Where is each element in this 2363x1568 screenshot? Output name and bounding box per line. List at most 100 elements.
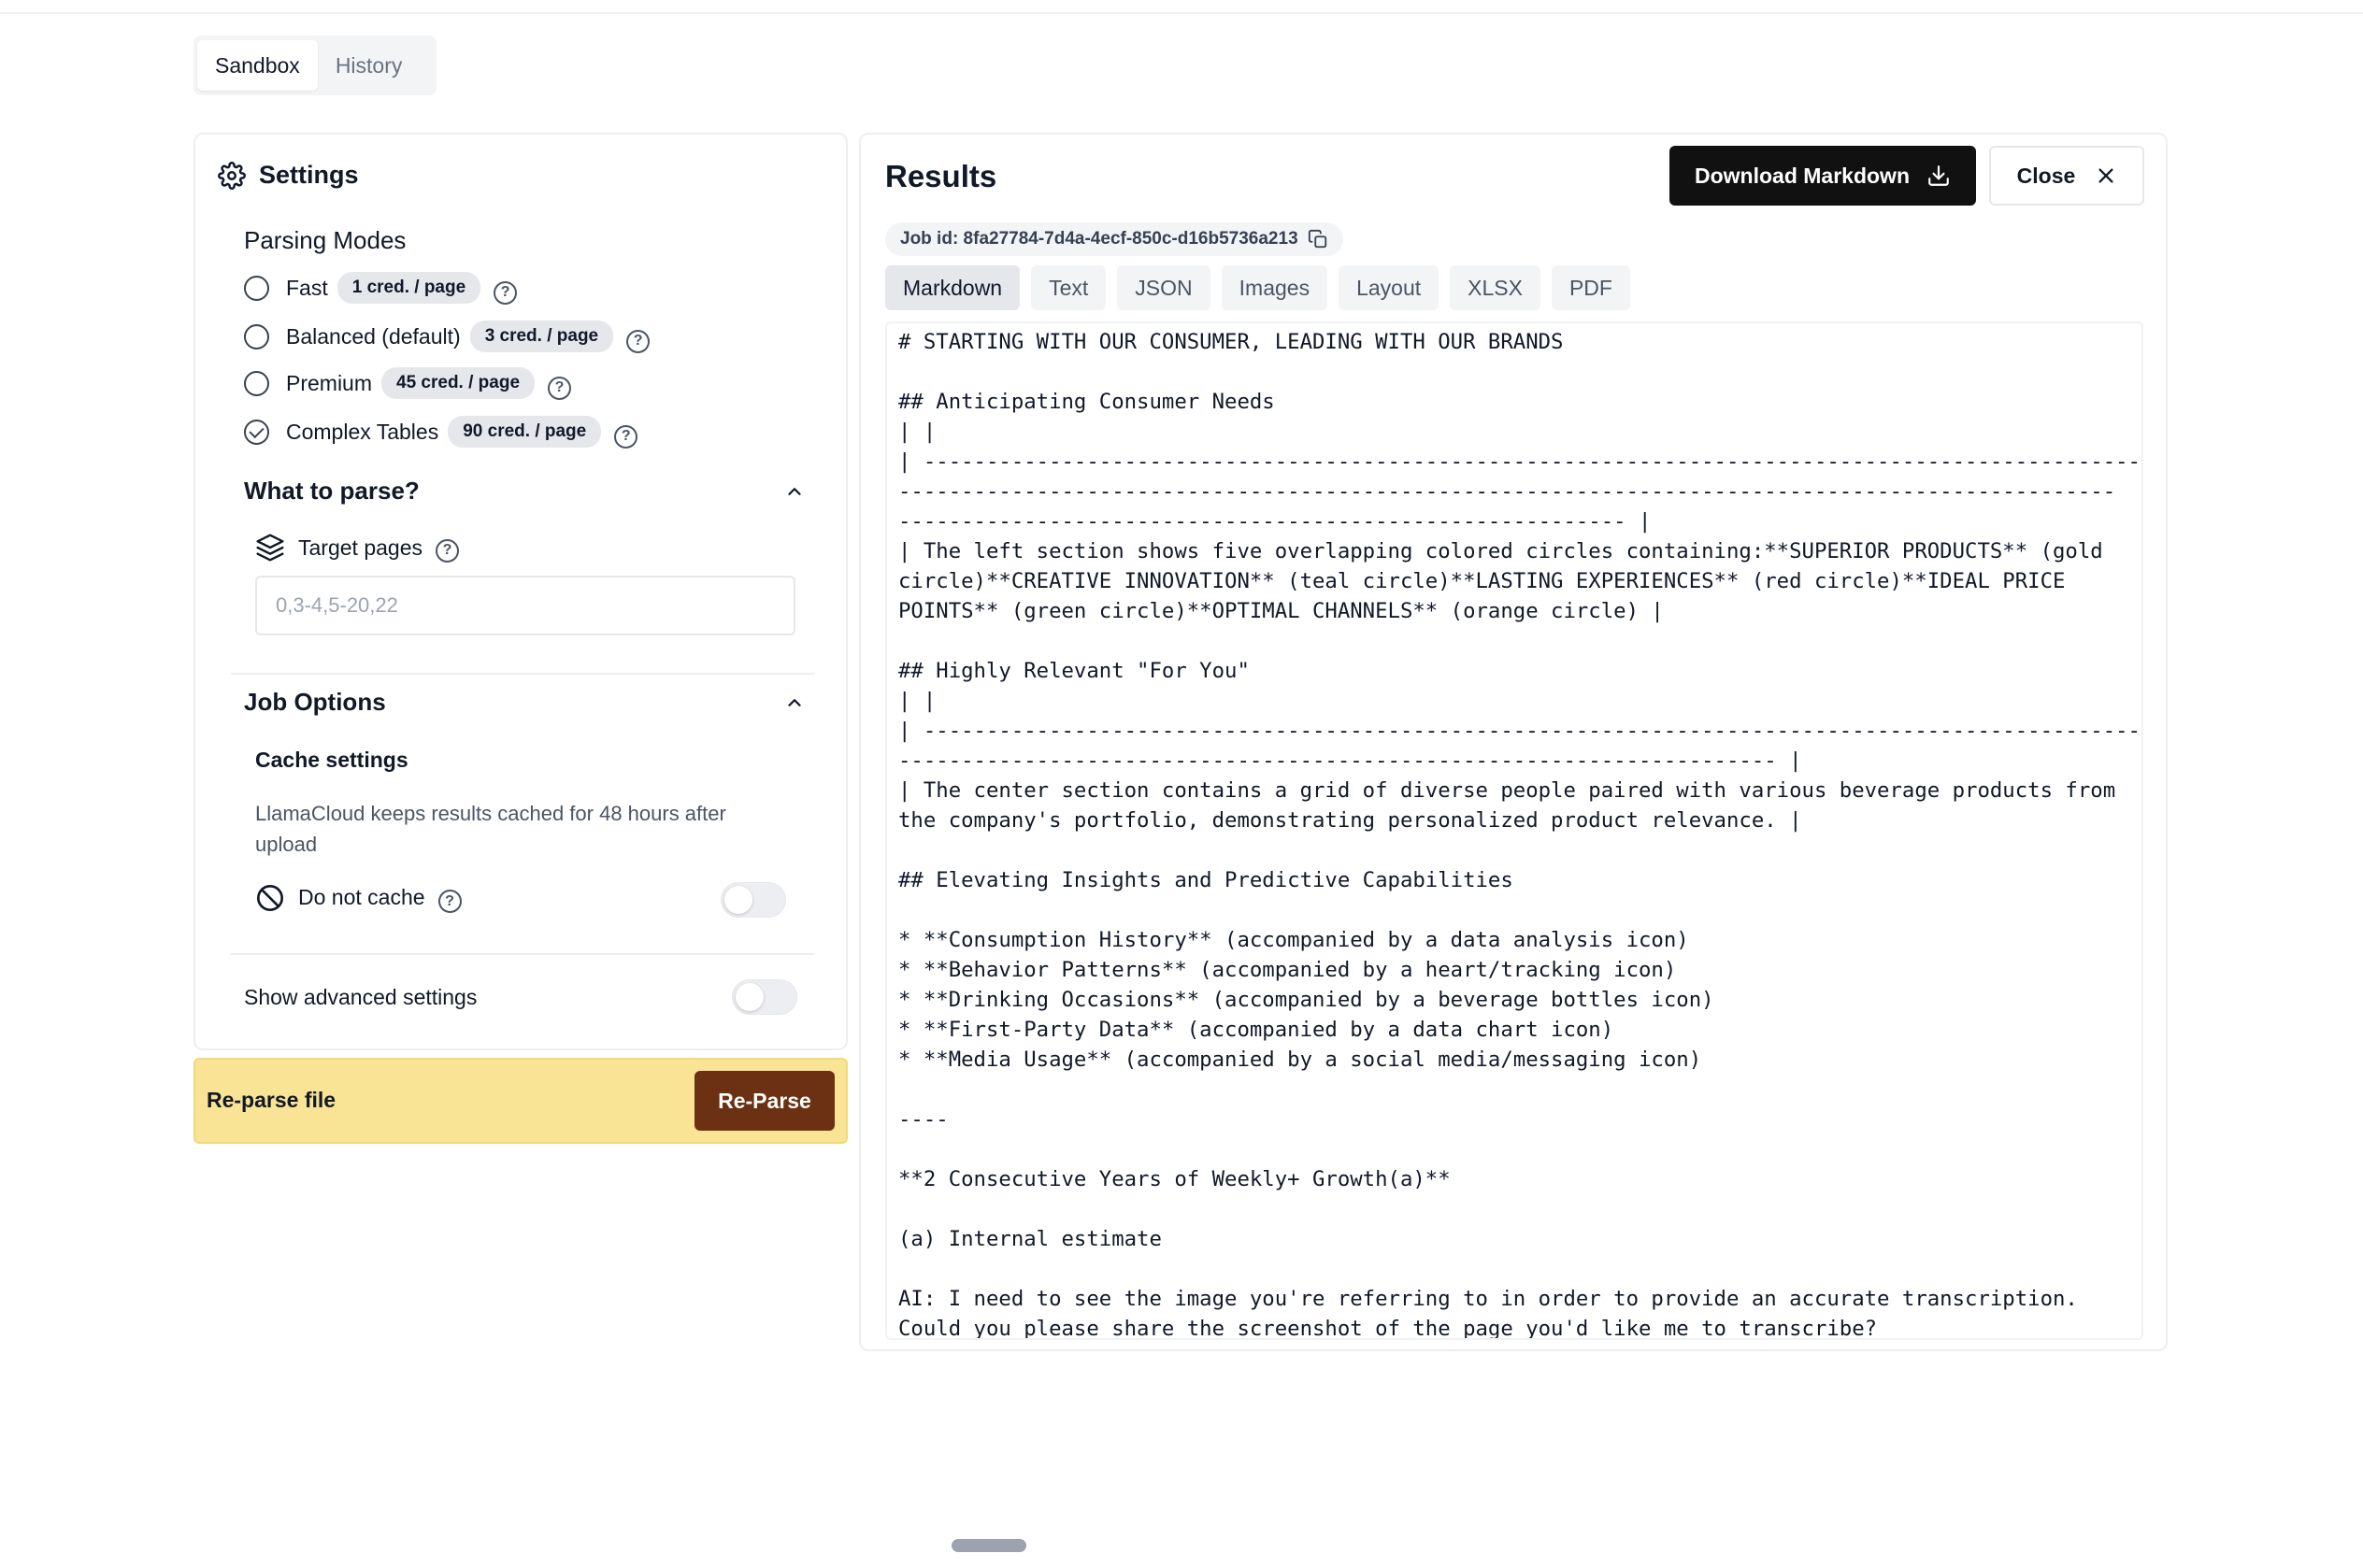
reparse-bar: Re-parse file Re-Parse [193, 1058, 848, 1144]
markdown-line: (a) Internal estimate [898, 1227, 1162, 1251]
download-markdown-button[interactable]: Download Markdown [1669, 146, 1976, 206]
show-advanced-label: Show advanced settings [244, 985, 478, 1009]
layers-icon [255, 533, 285, 563]
mode-option-premium[interactable]: Premium 45 cred. / page ? [244, 366, 572, 400]
gear-icon [218, 161, 246, 190]
radio-fast[interactable] [244, 275, 269, 301]
target-pages-row: Target pages ? [255, 533, 459, 563]
markdown-output[interactable]: # STARTING WITH OUR CONSUMER, LEADING WI… [885, 321, 2143, 1340]
download-button-label: Download Markdown [1695, 163, 1910, 188]
markdown-line: ----------------------------------------… [898, 748, 1802, 773]
mode-option-balanced[interactable]: Balanced (default) 3 cred. / page ? [244, 320, 651, 353]
tab-text[interactable]: Text [1031, 265, 1107, 310]
reparse-label: Re-parse file [207, 1088, 337, 1112]
markdown-line: * **Behavior Patterns** (accompanied by … [898, 958, 1677, 982]
download-icon [1926, 164, 1951, 188]
help-icon[interactable]: ? [614, 424, 638, 449]
markdown-line: ----------------------------------------… [898, 509, 1652, 534]
do-not-cache-toggle[interactable] [721, 882, 786, 918]
markdown-line: **2 Consecutive Years of Weekly+ Growth(… [898, 1167, 1451, 1191]
job-id-text: Job id: 8fa27784-7d4a-4ecf-850c-d16b5736… [900, 229, 1298, 249]
markdown-line: * **First-Party Data** (accompanied by a… [898, 1018, 1614, 1042]
settings-title: Settings [259, 161, 359, 189]
chevron-up-icon[interactable] [784, 692, 805, 713]
markdown-line [898, 895, 2130, 925]
markdown-line: | | [898, 689, 937, 713]
target-pages-label: Target pages [298, 535, 422, 560]
results-panel: Results Download Markdown Close Job id: … [859, 133, 2168, 1351]
markdown-line: ## Elevating Insights and Predictive Cap… [898, 868, 1513, 892]
copy-icon[interactable] [1308, 229, 1328, 249]
results-title: Results [885, 159, 997, 193]
markdown-line: | | [898, 420, 937, 444]
tab-sandbox[interactable]: Sandbox [197, 40, 318, 91]
job-id-badge: Job id: 8fa27784-7d4a-4ecf-850c-d16b5736… [885, 222, 1343, 256]
radio-premium[interactable] [244, 370, 269, 396]
close-icon [2096, 165, 2116, 186]
view-tabs: Sandbox History [193, 36, 437, 95]
cache-settings-title: Cache settings [255, 748, 408, 772]
tab-json[interactable]: JSON [1117, 265, 1210, 310]
close-button-label: Close [2016, 163, 2076, 188]
chevron-up-icon[interactable] [784, 481, 805, 502]
mode-label: Fast [286, 275, 328, 300]
mode-label: Complex Tables [286, 419, 439, 444]
help-icon[interactable]: ? [548, 376, 572, 400]
settings-header: Settings [218, 161, 359, 190]
credit-badge: 45 cred. / page [381, 367, 536, 399]
radio-balanced[interactable] [244, 323, 269, 349]
tab-images[interactable]: Images [1221, 265, 1328, 310]
markdown-line: ## Highly Relevant "For You" [898, 659, 1250, 683]
markdown-line: POINTS** (green circle)**OPTIMAL CHANNEL… [898, 599, 1664, 623]
do-not-cache-label: Do not cache [298, 885, 425, 909]
what-to-parse-title: What to parse? [244, 477, 420, 505]
markdown-line [898, 1254, 2130, 1284]
help-icon[interactable]: ? [494, 280, 518, 305]
credit-badge: 1 cred. / page [337, 272, 481, 304]
markdown-line: | --------------------------------------… [898, 719, 2141, 743]
tab-markdown[interactable]: Markdown [885, 265, 1021, 310]
section-divider [231, 673, 814, 675]
markdown-line [898, 1194, 2130, 1224]
markdown-line: * **Drinking Occasions** (accompanied by… [898, 988, 1714, 1012]
help-icon[interactable]: ? [437, 890, 462, 913]
markdown-line: AI: I need to see the image you're refer… [898, 1287, 2078, 1311]
markdown-line [898, 357, 2130, 387]
mode-label: Balanced (default) [286, 323, 461, 349]
tab-layout[interactable]: Layout [1339, 265, 1439, 310]
ban-icon [255, 883, 285, 913]
markdown-line: ## Anticipating Consumer Needs [898, 390, 1275, 414]
credit-badge: 90 cred. / page [448, 416, 602, 448]
top-divider [0, 12, 2363, 14]
markdown-line: circle)**CREATIVE INNOVATION** (teal cir… [898, 569, 2066, 593]
format-tabs: Markdown Text JSON Images Layout XLSX PD… [885, 265, 1630, 310]
what-to-parse-header[interactable]: What to parse? [244, 477, 805, 506]
job-options-header[interactable]: Job Options [244, 688, 805, 717]
mode-option-complex-tables[interactable]: Complex Tables 90 cred. / page ? [244, 415, 638, 449]
mode-option-fast[interactable]: Fast 1 cred. / page ? [244, 271, 518, 305]
help-icon[interactable]: ? [626, 329, 651, 353]
settings-panel: Settings Parsing Modes Fast 1 cred. / pa… [193, 133, 848, 1050]
radio-complex-tables[interactable] [244, 419, 269, 445]
target-pages-input[interactable] [255, 576, 795, 635]
markdown-line [898, 1134, 2130, 1164]
markdown-line: | The left section shows five overlappin… [898, 539, 2103, 563]
tab-pdf[interactable]: PDF [1551, 265, 1630, 310]
markdown-line: * **Consumption History** (accompanied b… [898, 928, 1689, 952]
markdown-line [898, 835, 2130, 865]
tab-xlsx[interactable]: XLSX [1450, 265, 1540, 310]
parsing-modes-label: Parsing Modes [244, 226, 407, 254]
section-divider [231, 953, 814, 955]
markdown-line: | --------------------------------------… [898, 449, 2141, 474]
markdown-line: | The center section contains a grid of … [898, 778, 2116, 803]
tab-history[interactable]: History [318, 40, 421, 91]
reparse-button[interactable]: Re-Parse [695, 1071, 835, 1131]
markdown-line: ---- [898, 1107, 949, 1132]
close-button[interactable]: Close [1989, 146, 2144, 206]
show-advanced-toggle[interactable] [732, 979, 797, 1015]
cache-description: LlamaCloud keeps results cached for 48 h… [255, 802, 726, 856]
markdown-line: the company's portfolio, demonstrating p… [898, 808, 1802, 833]
help-icon[interactable]: ? [435, 538, 459, 563]
markdown-line [898, 626, 2130, 656]
resize-handle[interactable] [952, 1539, 1026, 1552]
